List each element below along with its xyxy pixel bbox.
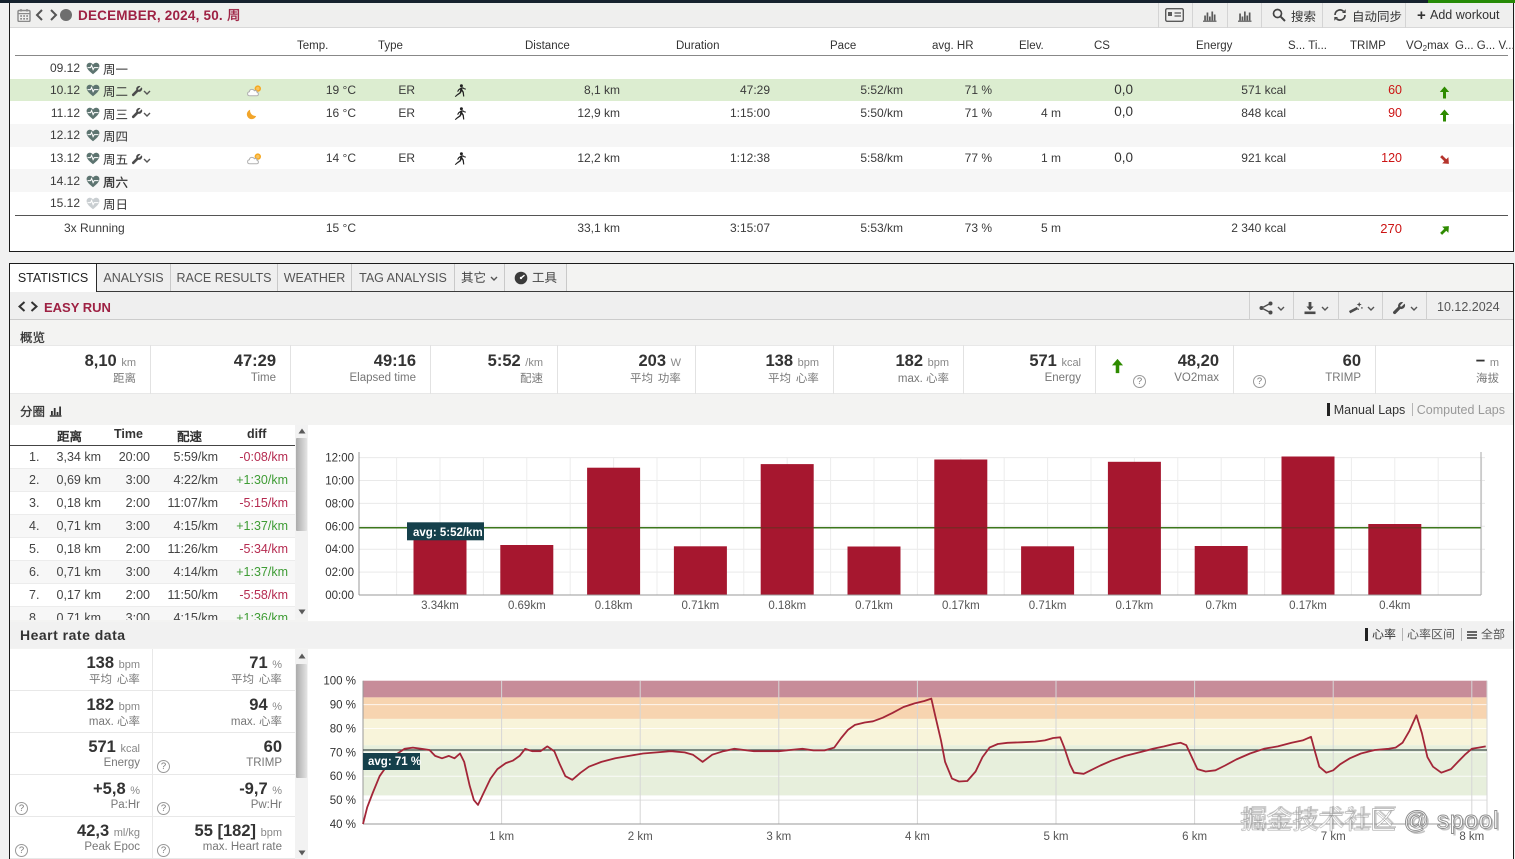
svg-text:02:00: 02:00	[325, 567, 354, 579]
svg-text:0.18km: 0.18km	[595, 600, 633, 612]
svg-text:0.71km: 0.71km	[1029, 600, 1067, 612]
svg-text:0.17km: 0.17km	[1116, 600, 1154, 612]
svg-text:0.71km: 0.71km	[855, 600, 893, 612]
svg-text:04:00: 04:00	[325, 544, 354, 556]
svg-text:3.34km: 3.34km	[421, 600, 459, 612]
svg-text:0.7km: 0.7km	[1206, 600, 1237, 612]
svg-text:3 km: 3 km	[766, 831, 791, 843]
svg-text:0.17km: 0.17km	[942, 600, 980, 612]
svg-text:avg: 5:52/km: avg: 5:52/km	[413, 527, 483, 539]
svg-text:80 %: 80 %	[330, 724, 356, 736]
svg-text:10:00: 10:00	[325, 476, 354, 488]
svg-text:4 km: 4 km	[905, 831, 930, 843]
svg-text:0.4km: 0.4km	[1379, 600, 1410, 612]
svg-text:1 km: 1 km	[489, 831, 514, 843]
svg-text:12:00: 12:00	[325, 453, 354, 465]
svg-text:5 km: 5 km	[1044, 831, 1069, 843]
svg-text:100 %: 100 %	[323, 676, 356, 688]
svg-text:0.69km: 0.69km	[508, 600, 546, 612]
svg-text:06:00: 06:00	[325, 521, 354, 533]
svg-text:00:00: 00:00	[325, 590, 354, 602]
svg-text:0.18km: 0.18km	[768, 600, 806, 612]
svg-text:0.17km: 0.17km	[1289, 600, 1327, 612]
svg-text:40 %: 40 %	[330, 819, 356, 831]
svg-text:08:00: 08:00	[325, 498, 354, 510]
svg-text:2 km: 2 km	[628, 831, 653, 843]
svg-text:70 %: 70 %	[330, 747, 356, 759]
svg-text:0.71km: 0.71km	[682, 600, 720, 612]
svg-text:50 %: 50 %	[330, 795, 356, 807]
svg-text:6 km: 6 km	[1182, 831, 1207, 843]
svg-text:90 %: 90 %	[330, 700, 356, 712]
svg-text:60 %: 60 %	[330, 771, 356, 783]
svg-text:avg: 71 %: avg: 71 %	[368, 756, 421, 768]
